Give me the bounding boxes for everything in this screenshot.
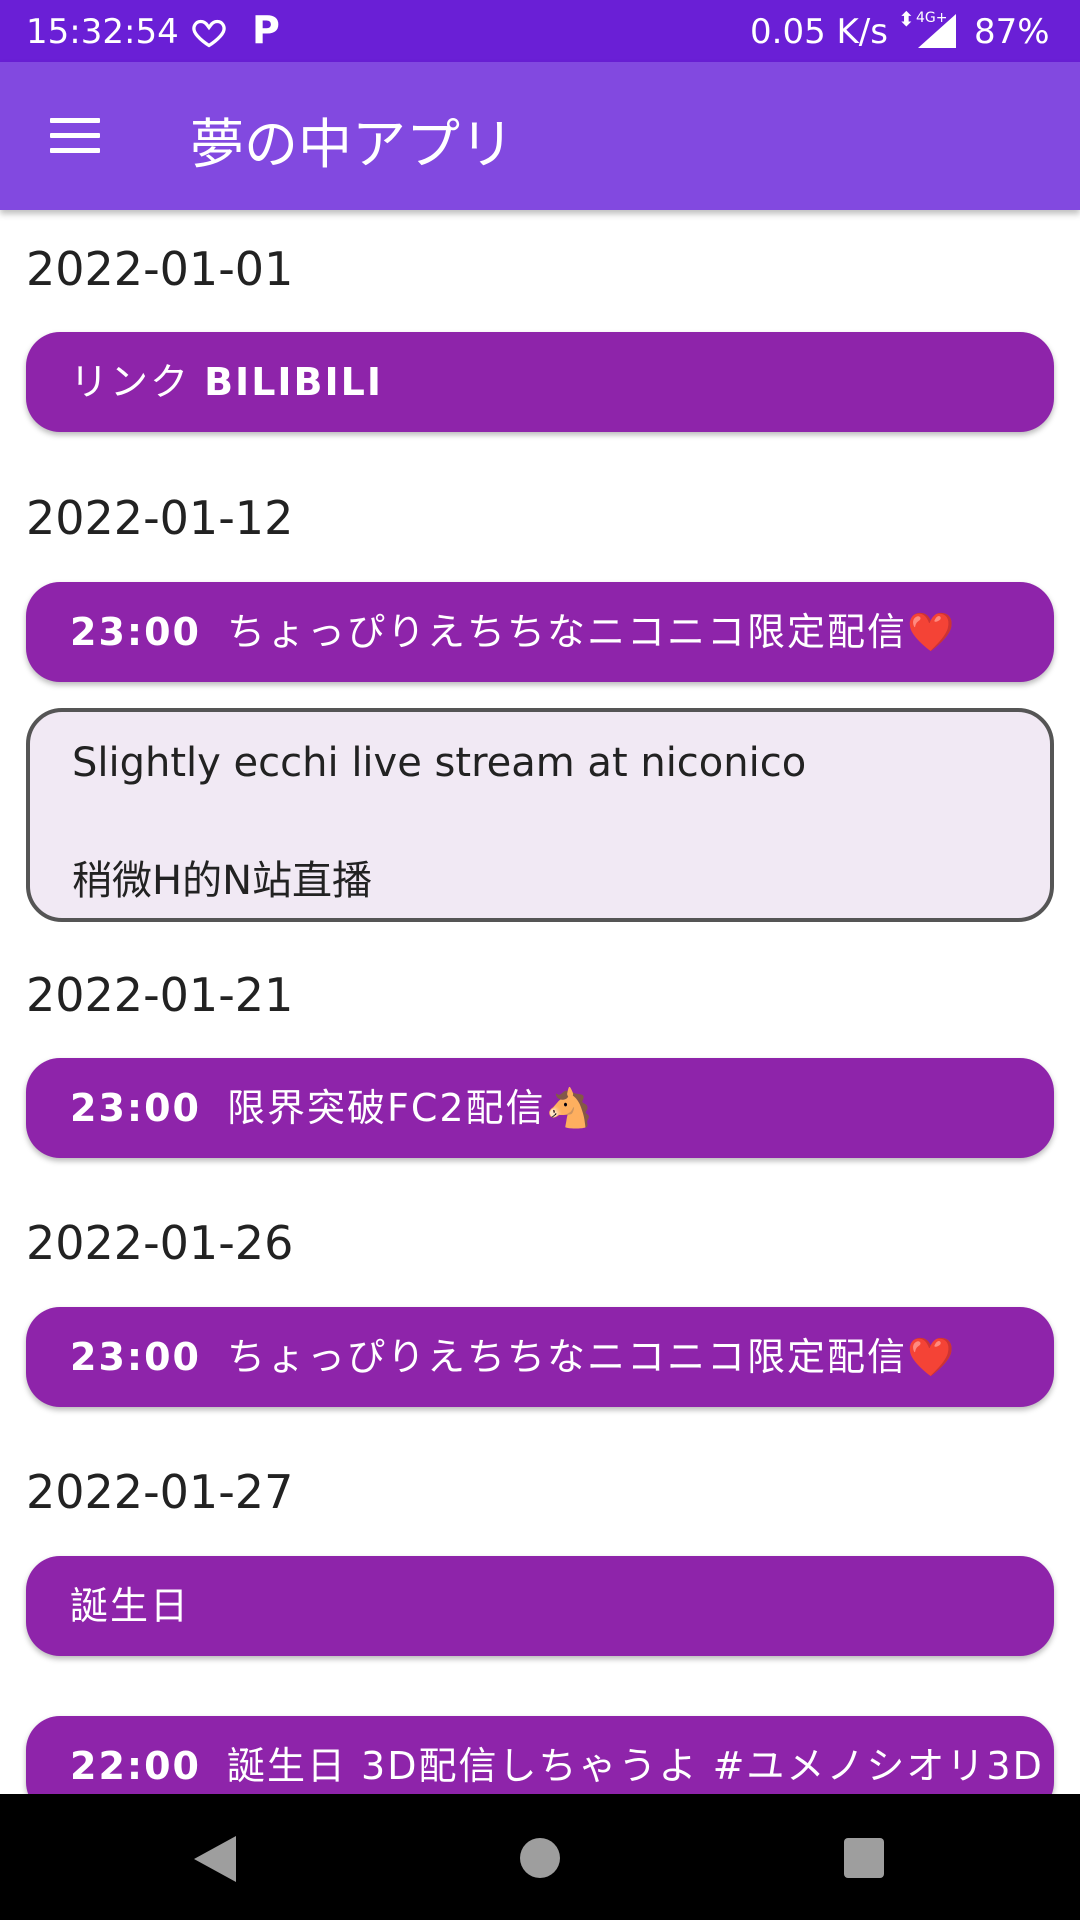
date-header: 2022-01-21 [26, 968, 294, 1022]
event-item[interactable]: 23:00 限界突破FC2配信🐴 [26, 1058, 1054, 1158]
home-circle-icon[interactable] [520, 1838, 560, 1878]
event-title: ちょっぴりえちちなニコニコ限定配信❤️ [226, 1335, 957, 1379]
date-header: 2022-01-26 [26, 1216, 294, 1270]
event-item[interactable]: 誕生日 [26, 1556, 1054, 1656]
app-title: 夢の中アプリ [190, 113, 514, 176]
net-speed: 0.05 K/s [750, 12, 888, 52]
event-title-bold: BILIBILI [204, 360, 384, 404]
event-title: 限界突破FC2配信🐴 [226, 1086, 595, 1130]
event-item[interactable]: 23:00 ちょっぴりえちちなニコニコ限定配信❤️ [26, 582, 1054, 682]
date-header: 2022-01-27 [26, 1465, 294, 1519]
event-item[interactable]: 23:00 ちょっぴりえちちなニコニコ限定配信❤️ [26, 1307, 1054, 1407]
schedule-list[interactable]: 2022-01-01 リンク BILIBILI 2022-01-12 23:00… [0, 210, 1080, 1794]
app-bar: 夢の中アプリ [0, 62, 1080, 210]
data-arrows-icon: ⬍ [898, 7, 915, 31]
hamburger-menu-icon[interactable] [50, 118, 100, 154]
event-time: 22:00 [70, 1744, 201, 1788]
event-time: 23:00 [70, 1335, 201, 1379]
date-header: 2022-01-12 [26, 491, 294, 545]
back-triangle-icon[interactable] [192, 1834, 238, 1884]
screen: 15:32:54 P 0.05 K/s ⬍ 4G+ 87% 夢の中アプリ 202… [0, 0, 1080, 1920]
event-detail-card: Slightly ecchi live stream at niconico 稍… [26, 708, 1054, 922]
system-nav-bar [0, 1794, 1080, 1920]
event-title: 誕生日 [70, 1584, 191, 1628]
status-bar: 15:32:54 P 0.05 K/s ⬍ 4G+ 87% [0, 0, 1080, 62]
detail-text-chinese: 稍微H的N站直播 [72, 858, 372, 904]
recents-square-icon[interactable] [844, 1838, 884, 1878]
date-header: 2022-01-01 [26, 242, 294, 296]
status-time: 15:32:54 [26, 12, 179, 52]
event-title: ちょっぴりえちちなニコニコ限定配信❤️ [226, 610, 957, 654]
event-time: 23:00 [70, 610, 201, 654]
battery-level: 87% [974, 12, 1050, 52]
p-app-icon: P [252, 8, 280, 52]
event-title: リンク [70, 360, 205, 404]
heart-icon [192, 19, 226, 48]
detail-text-english: Slightly ecchi live stream at niconico [72, 740, 807, 786]
network-type: 4G+ [916, 10, 948, 26]
event-item-bilibili-link[interactable]: リンク BILIBILI [26, 332, 1054, 432]
event-time: 23:00 [70, 1086, 201, 1130]
event-item[interactable]: 22:00 誕生日 3D配信しちゃうよ #ユメノシオリ3D [26, 1716, 1054, 1794]
event-title: 誕生日 3D配信しちゃうよ #ユメノシオリ3D [226, 1744, 1044, 1788]
